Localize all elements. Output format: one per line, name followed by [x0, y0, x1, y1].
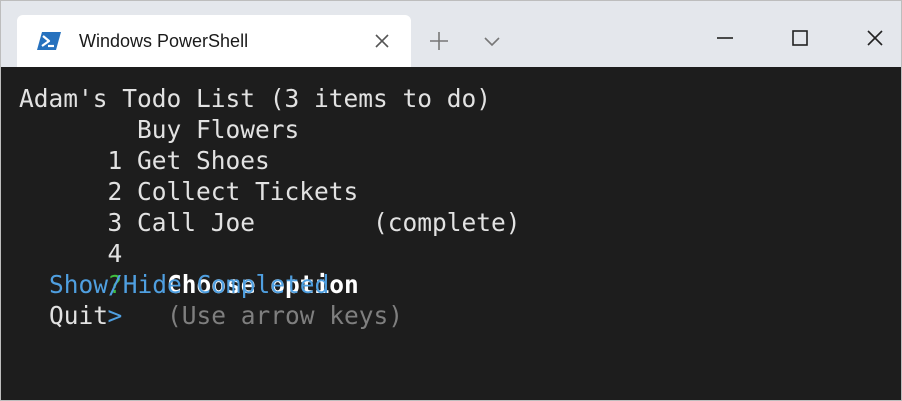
todo-item: 2 Get Shoes: [19, 145, 270, 206]
menu-option-show-hide-completed[interactable]: > Show/Hide Completed: [19, 269, 329, 330]
close-icon[interactable]: [862, 25, 888, 51]
selection-pointer: >: [107, 301, 123, 330]
chevron-down-icon[interactable]: [478, 27, 506, 55]
prompt-line: ? Choose option (Use arrow keys): [19, 238, 404, 330]
todo-item: 4 Call Joe (complete): [19, 207, 521, 268]
todo-header: Adam's Todo List (3 items to do): [19, 84, 492, 113]
new-tab-icon[interactable]: [425, 27, 453, 55]
todo-item: 1 Buy Flowers: [19, 114, 300, 175]
tab-close-icon[interactable]: [371, 30, 393, 52]
todo-item-text: Get Shoes: [137, 146, 270, 175]
tab-title: Windows PowerShell: [79, 31, 249, 51]
powershell-window: Windows PowerShell Adam's Todo List (3 i…: [0, 0, 902, 401]
title-bar: Windows PowerShell: [1, 1, 901, 67]
todo-item-text: Buy Flowers: [137, 115, 300, 144]
tab-windows-powershell[interactable]: Windows PowerShell: [17, 15, 411, 67]
todo-item-text: Call Joe: [137, 208, 256, 237]
menu-option-label: Show/Hide Completed: [49, 270, 330, 299]
todo-item-status: (complete): [373, 208, 521, 237]
menu-option-quit[interactable]: Quit: [19, 300, 108, 331]
terminal-output[interactable]: Adam's Todo List (3 items to do) 1 Buy F…: [1, 67, 901, 400]
powershell-icon: [37, 32, 61, 50]
minimize-icon[interactable]: [712, 25, 738, 51]
menu-option-label: Quit: [49, 301, 109, 330]
todo-item: 3 Collect Tickets: [19, 176, 359, 237]
prompt-hint: (Use arrow keys): [167, 301, 404, 330]
todo-item-text: Collect Tickets: [137, 177, 359, 206]
maximize-icon[interactable]: [787, 25, 813, 51]
